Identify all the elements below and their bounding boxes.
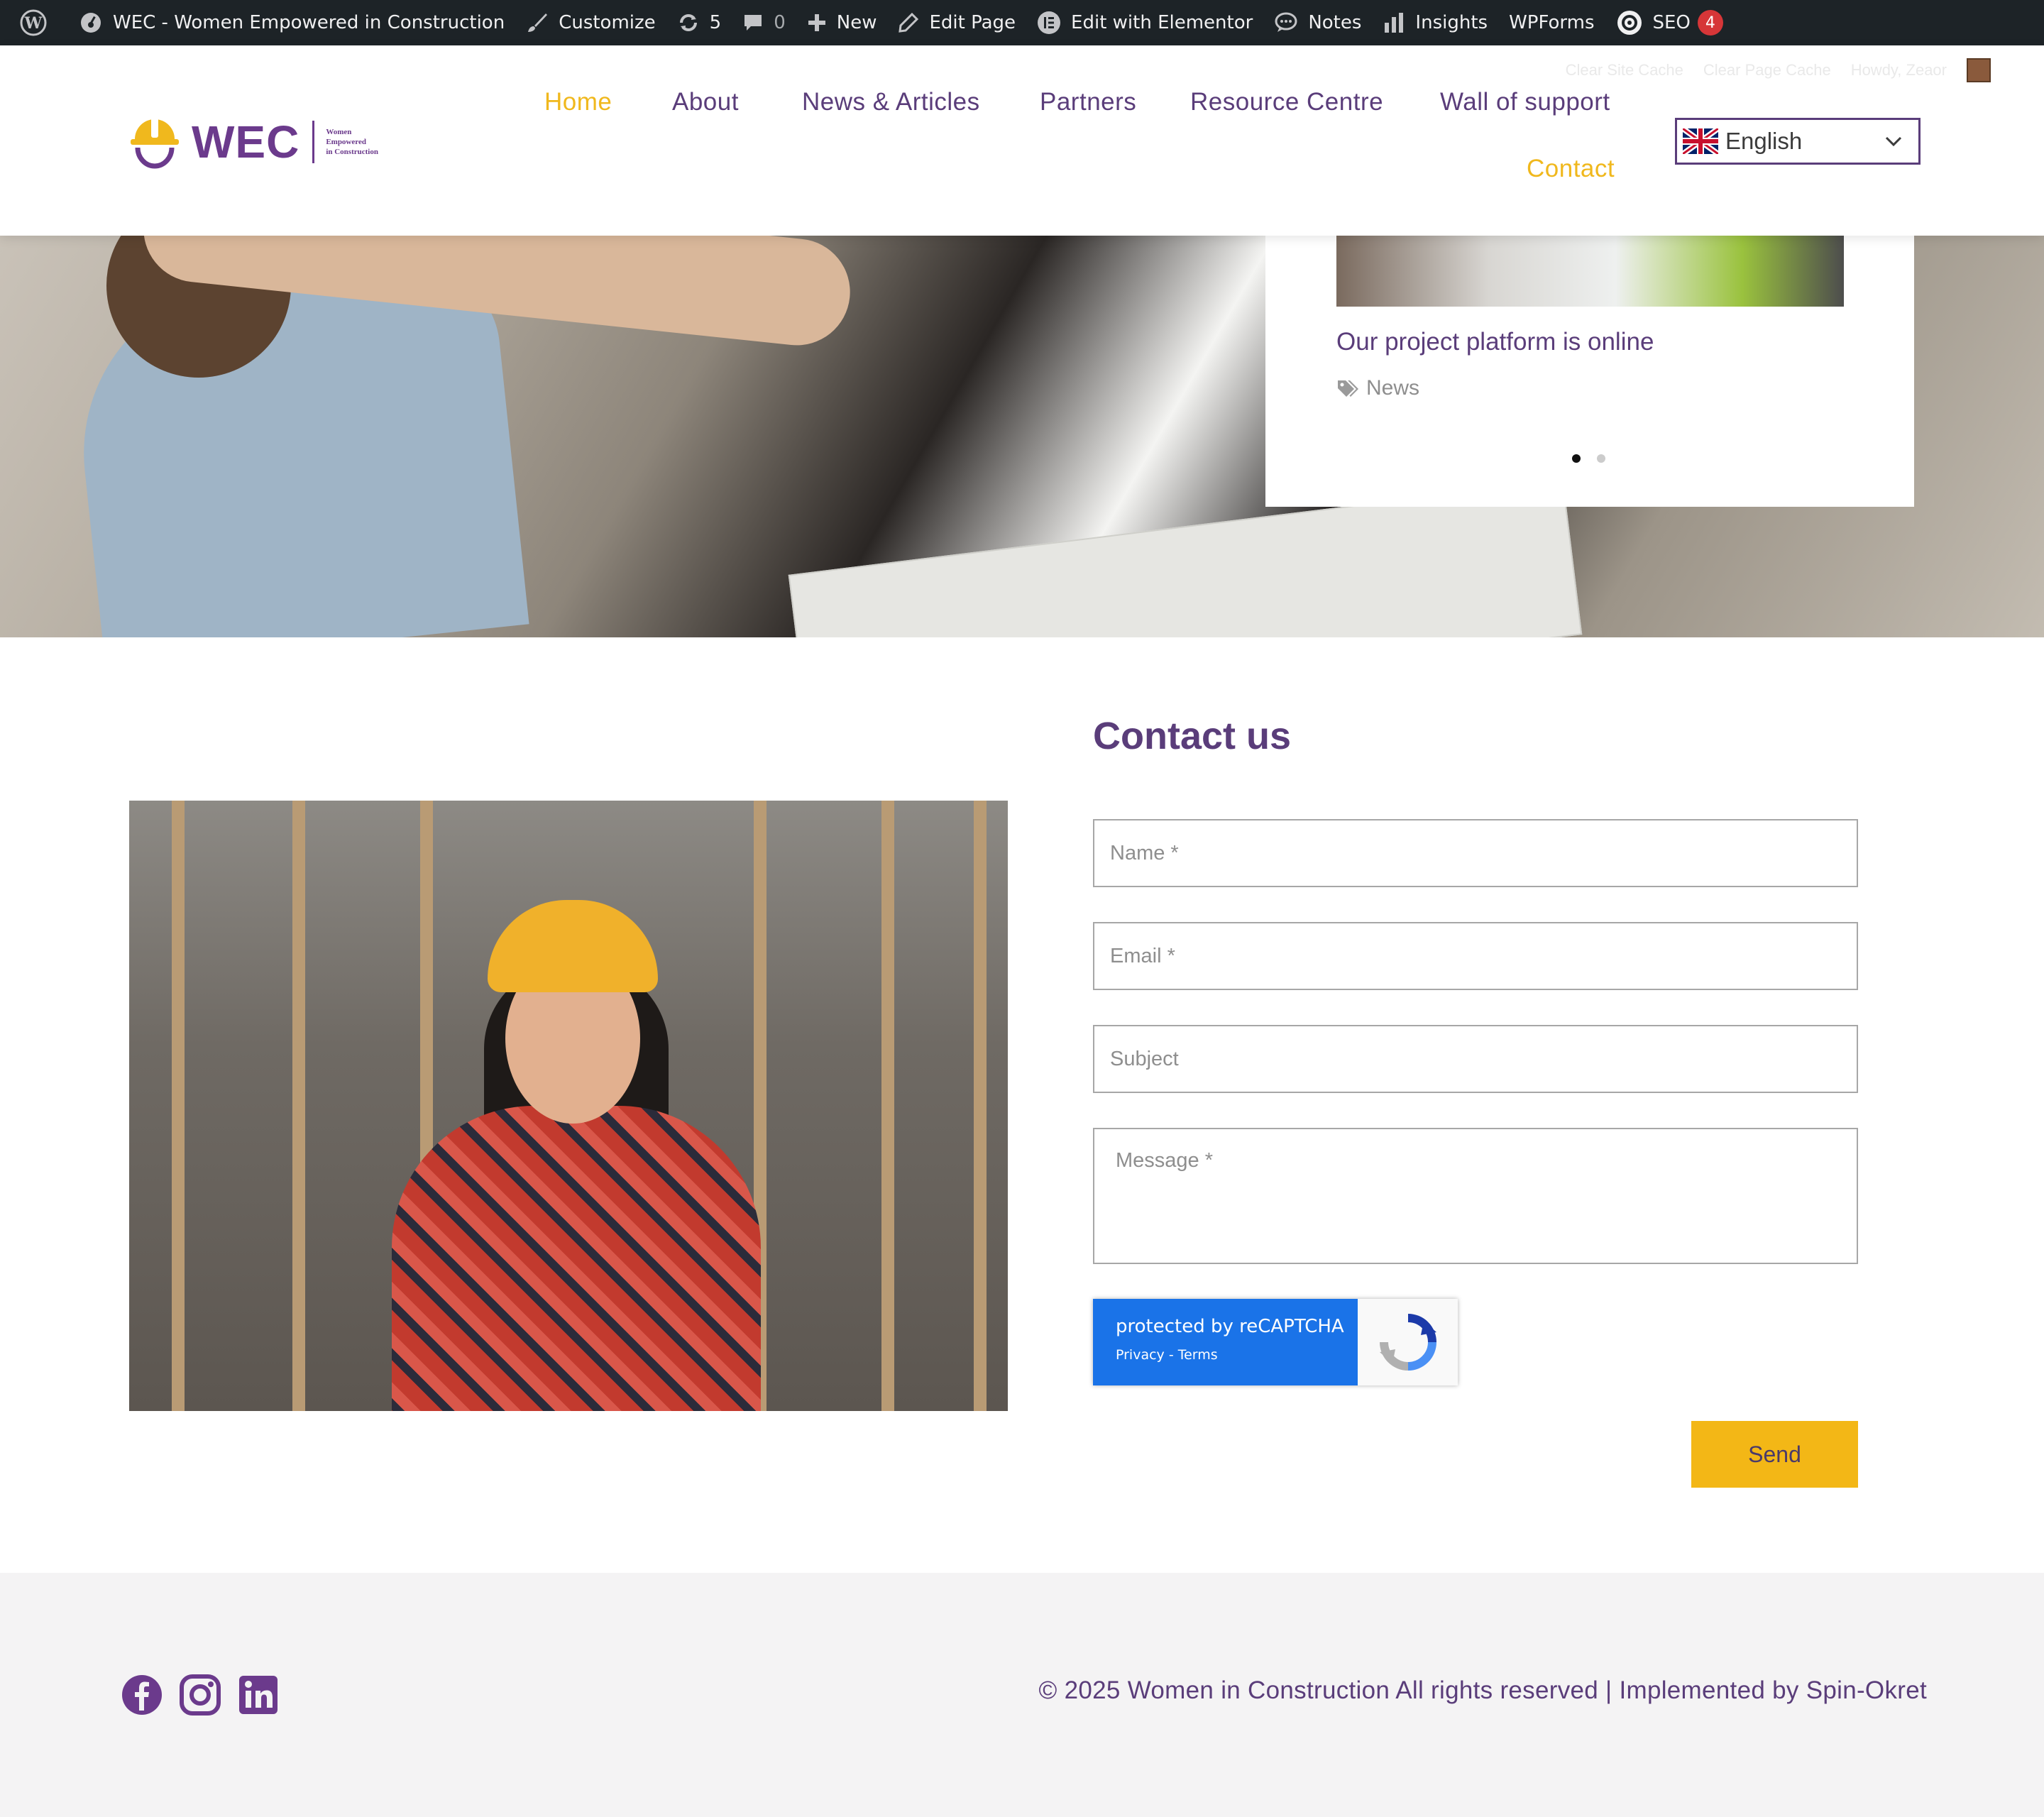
recaptcha-privacy-terms-link[interactable]: Privacy - Terms [1116, 1347, 1358, 1363]
language-selector[interactable]: English [1675, 118, 1921, 165]
photo-scaffold-pole [974, 801, 987, 1411]
photo-worker-hard-hat [488, 900, 658, 992]
site-header: Clear Site Cache Clear Page Cache Howdy,… [0, 45, 2044, 236]
subject-input[interactable]: Subject [1093, 1025, 1858, 1093]
customize-label: Customize [559, 12, 656, 33]
user-avatar[interactable] [1967, 58, 1991, 82]
contact-photo [129, 801, 1008, 1411]
site-logo[interactable]: WEC Women Empowered in Construction [128, 111, 391, 173]
facebook-icon[interactable] [121, 1674, 163, 1716]
slider-dot-active[interactable] [1572, 454, 1581, 463]
plus-icon [808, 14, 825, 31]
cache-links: Clear Site Cache Clear Page Cache Howdy,… [1566, 58, 1991, 82]
site-footer: © 2025 Women in Construction All rights … [0, 1573, 2044, 1817]
recaptcha-logo-panel [1358, 1299, 1458, 1385]
instagram-icon[interactable] [179, 1674, 221, 1716]
wpforms-link[interactable]: WPForms [1498, 0, 1605, 45]
notes-label: Notes [1308, 12, 1362, 33]
site-name-label: WEC - Women Empowered in Construction [113, 12, 505, 33]
linkedin-icon[interactable] [237, 1674, 280, 1716]
email-input[interactable]: Email * [1093, 922, 1858, 990]
nav-home[interactable]: Home [544, 88, 612, 116]
photo-worker-shirt [392, 1106, 761, 1411]
send-button[interactable]: Send [1691, 1421, 1858, 1488]
comment-bubble-icon [744, 15, 762, 31]
news-card-category-label: News [1366, 376, 1420, 400]
logo-divider [312, 121, 315, 163]
comments-count: 0 [774, 12, 786, 33]
news-slider-card[interactable]: Our project platform is online News [1265, 236, 1914, 507]
tags-icon [1338, 380, 1358, 397]
wp-admin-bar: W WEC - Women Empowered in Construction … [0, 0, 2044, 45]
edit-page-label: Edit Page [929, 12, 1016, 33]
copyright-text: © 2025 Women in Construction All rights … [1038, 1676, 1927, 1704]
nav-contact[interactable]: Contact [1527, 155, 1615, 183]
customize-link[interactable]: Customize [515, 0, 666, 45]
nav-about[interactable]: About [672, 88, 739, 116]
logo-tagline: Women Empowered in Construction [326, 127, 391, 157]
recaptcha-text-panel: protected by reCAPTCHA Privacy - Terms [1093, 1299, 1358, 1385]
uk-flag-icon [1683, 128, 1718, 154]
logo-wordmark: WEC [192, 116, 300, 168]
hard-hat-logo-icon [131, 116, 179, 169]
svg-text:W: W [24, 14, 43, 33]
logo-tagline-line: in Construction [326, 148, 378, 156]
dashboard-gauge-icon [81, 13, 101, 33]
insights-link[interactable]: Insights [1372, 0, 1498, 45]
slider-dot[interactable] [1597, 454, 1605, 463]
paintbrush-icon [528, 13, 548, 32]
notes-speech-icon [1275, 12, 1297, 32]
notes-link[interactable]: Notes [1263, 0, 1372, 45]
clear-page-cache-link[interactable]: Clear Page Cache [1703, 61, 1831, 79]
photo-scaffold-pole [172, 801, 185, 1411]
edit-elementor-link[interactable]: Edit with Elementor [1026, 0, 1263, 45]
pencil-icon [899, 12, 919, 33]
howdy-user-link[interactable]: Howdy, Zeaor [1851, 61, 1947, 79]
edit-page-link[interactable]: Edit Page [887, 0, 1026, 45]
wordpress-logo-button[interactable]: W [9, 0, 68, 45]
new-content-link[interactable]: New [796, 0, 888, 45]
bar-chart-icon [1385, 13, 1404, 33]
photo-scaffold-pole [881, 801, 894, 1411]
nav-wall-of-support[interactable]: Wall of support [1440, 88, 1610, 116]
message-textarea[interactable]: Message * [1093, 1128, 1858, 1264]
contact-heading: Contact us [1093, 715, 1292, 757]
site-name-link[interactable]: WEC - Women Empowered in Construction [68, 0, 515, 45]
clear-site-cache-link[interactable]: Clear Site Cache [1566, 61, 1683, 79]
updates-link[interactable]: 5 [666, 0, 732, 45]
language-label: English [1725, 128, 1803, 154]
nav-news-articles[interactable]: News & Articles [802, 88, 980, 116]
updates-count: 5 [709, 12, 722, 33]
name-input[interactable]: Name * [1093, 819, 1858, 887]
nav-partners[interactable]: Partners [1040, 88, 1136, 116]
logo-tagline-line: Women [326, 128, 352, 136]
seo-label: SEO [1652, 12, 1691, 33]
hero-banner: Our project platform is online News [0, 236, 2044, 637]
comments-link[interactable]: 0 [732, 0, 796, 45]
elementor-icon [1038, 11, 1061, 34]
recaptcha-protected-label: protected by reCAPTCHA [1116, 1316, 1344, 1337]
photo-scaffold-pole [292, 801, 305, 1411]
recaptcha-logo-icon [1379, 1314, 1436, 1371]
nav-resource-centre[interactable]: Resource Centre [1190, 88, 1383, 116]
updates-refresh-icon [679, 14, 697, 31]
logo-tagline-line: Empowered [326, 138, 366, 146]
edit-elementor-label: Edit with Elementor [1071, 12, 1253, 33]
wpforms-label: WPForms [1509, 12, 1595, 33]
wordpress-icon: W [20, 9, 47, 36]
recaptcha-badge[interactable]: protected by reCAPTCHA Privacy - Terms [1093, 1299, 1458, 1385]
news-card-image[interactable] [1336, 236, 1844, 307]
new-label: New [836, 12, 877, 33]
seo-link[interactable]: SEO 4 [1605, 0, 1734, 45]
insights-label: Insights [1415, 12, 1488, 33]
news-card-title[interactable]: Our project platform is online [1336, 328, 1654, 356]
seo-gear-icon [1617, 11, 1642, 35]
seo-notification-badge: 4 [1697, 10, 1723, 35]
chevron-down-icon [1885, 136, 1902, 147]
news-card-category[interactable]: News [1336, 376, 1419, 400]
